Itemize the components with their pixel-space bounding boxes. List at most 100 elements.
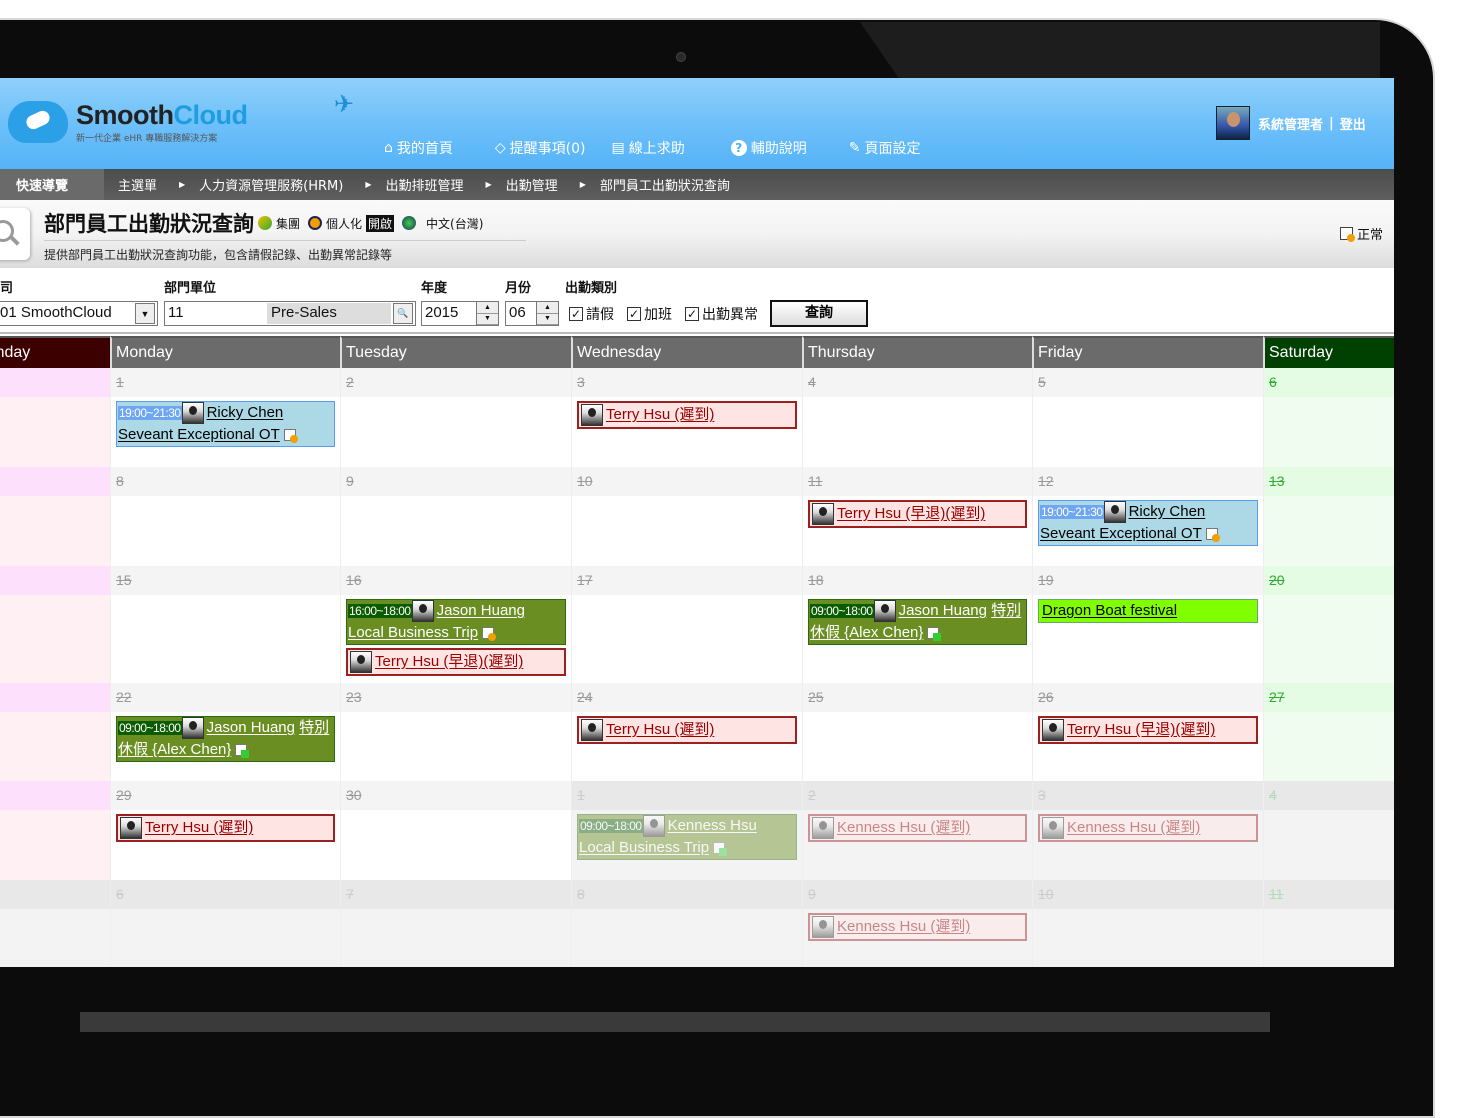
breadcrumb-item[interactable]: 人力資源管理服務(HRM) xyxy=(199,175,343,194)
avatar[interactable] xyxy=(1216,106,1250,140)
calendar-day[interactable]: 2 Kenness Hsu (遲到) xyxy=(802,781,1032,880)
calendar-day[interactable] xyxy=(0,781,110,880)
spin-up-icon[interactable]: ▲ xyxy=(537,302,558,314)
lookup-icon[interactable]: 🔍 xyxy=(393,303,413,324)
event-desc[interactable]: Seveant Exceptional OT xyxy=(118,426,280,443)
event-name[interactable]: Terry Hsu (遲到) xyxy=(145,819,253,836)
event-late[interactable]: Terry Hsu (遲到) xyxy=(116,814,335,843)
event-late[interactable]: Terry Hsu (早退)(遲到) xyxy=(808,500,1027,529)
event-name[interactable]: Terry Hsu (早退)(遲到) xyxy=(1067,721,1215,738)
calendar-day[interactable] xyxy=(0,683,110,781)
event-name[interactable]: Terry Hsu (遲到) xyxy=(606,721,714,738)
calendar-day[interactable]: 5 xyxy=(1032,368,1263,467)
checkbox-checked-icon[interactable]: ✓ xyxy=(569,307,583,321)
dept-field[interactable]: 11 Pre-Sales 🔍 xyxy=(164,301,416,326)
calendar-day[interactable] xyxy=(0,880,110,967)
nav-reminders[interactable]: ◇ 提醒事項(0) xyxy=(495,138,586,158)
calendar-day[interactable]: 20 xyxy=(1263,566,1394,683)
calendar-day[interactable]: 4 xyxy=(802,368,1032,467)
event-name[interactable]: Terry Hsu (早退)(遲到) xyxy=(375,653,523,670)
calendar-day[interactable]: 6 xyxy=(110,880,340,967)
calendar-day[interactable]: 1 09:00~18:00 Kenness Hsu Local Business T… xyxy=(571,781,802,880)
event-name[interactable]: Terry Hsu (早退)(遲到) xyxy=(837,505,985,522)
event-name[interactable]: Kenness Hsu (遲到) xyxy=(1067,819,1200,836)
event-ot[interactable]: 19:00~21:30 Ricky Chen Seveant Exceptiona… xyxy=(116,401,335,448)
calendar-day[interactable]: 8 xyxy=(571,880,802,967)
calendar-day[interactable]: 4 xyxy=(1263,781,1394,880)
event-late[interactable]: Kenness Hsu (遲到) xyxy=(808,913,1027,942)
calendar-day[interactable]: 30 xyxy=(340,781,571,880)
event-trip[interactable]: 09:00~18:00 Kenness Hsu Local Business Tr… xyxy=(577,814,797,861)
calendar-day[interactable]: 25 xyxy=(802,683,1032,781)
calendar-day[interactable] xyxy=(0,467,110,566)
event-name[interactable]: Terry Hsu (遲到) xyxy=(606,406,714,423)
month-stepper[interactable]: 06 ▲ ▼ xyxy=(505,301,559,326)
event-name[interactable]: Jason Huang xyxy=(207,719,295,736)
event-name[interactable]: Ricky Chen xyxy=(207,404,284,421)
event-late[interactable]: Terry Hsu (早退)(遲到) xyxy=(1038,716,1258,745)
calendar-day[interactable]: 10 xyxy=(1032,880,1263,967)
leave-checkbox[interactable]: ✓ 請假 xyxy=(569,304,614,324)
overtime-checkbox[interactable]: ✓ 加班 xyxy=(627,304,672,324)
event-holiday[interactable]: Dragon Boat festival xyxy=(1038,599,1258,623)
company-select[interactable]: 01 SmoothCloud ▼ xyxy=(0,301,158,326)
exception-checkbox[interactable]: ✓ 出勤異常 xyxy=(685,304,758,324)
spin-down-icon[interactable]: ▼ xyxy=(537,313,558,325)
event-late[interactable]: Terry Hsu (遲到) xyxy=(577,401,797,430)
checkbox-checked-icon[interactable]: ✓ xyxy=(685,307,699,321)
quick-nav-button[interactable]: 快速導覽 xyxy=(0,169,104,200)
calendar-day[interactable]: 10 xyxy=(571,467,802,566)
calendar-day[interactable]: 7 xyxy=(340,880,571,967)
calendar-day[interactable]: 17 xyxy=(571,566,802,683)
spin-down-icon[interactable]: ▼ xyxy=(477,313,498,325)
chevron-down-icon[interactable]: ▼ xyxy=(135,303,155,324)
nav-page-settings[interactable]: ✎ 頁面設定 xyxy=(849,138,921,158)
calendar-day[interactable]: 11 Terry Hsu (早退)(遲到) xyxy=(802,467,1032,566)
calendar-day[interactable]: 22 09:00~18:00 Jason Huang 特別休假 {Alex Chen… xyxy=(110,683,340,781)
personalize-toggle[interactable]: 開啟 xyxy=(366,214,395,232)
event-trip[interactable]: 16:00~18:00 Jason Huang Local Business Tr… xyxy=(346,599,566,646)
calendar-day[interactable]: 23 xyxy=(340,683,571,781)
calendar-day[interactable]: 24 Terry Hsu (遲到) xyxy=(571,683,802,781)
calendar-day[interactable]: 16 16:00~18:00 Jason Huang Local Business … xyxy=(340,566,571,683)
calendar-day[interactable] xyxy=(0,566,110,683)
event-desc[interactable]: Local Business Trip xyxy=(348,624,478,641)
calendar-day[interactable]: 9 Kenness Hsu (遲到) xyxy=(802,880,1032,967)
event-name[interactable]: Dragon Boat festival xyxy=(1042,602,1177,619)
calendar-day[interactable]: 18 09:00~18:00 Jason Huang 特別休假 {Alex Chen… xyxy=(802,566,1032,683)
event-desc[interactable]: Local Business Trip xyxy=(579,839,709,856)
breadcrumb-item[interactable]: 出勤排班管理 xyxy=(386,175,464,194)
event-late[interactable]: Kenness Hsu (遲到) xyxy=(808,814,1027,843)
calendar-day[interactable]: 12 19:00~21:30 Ricky Chen Seveant Exceptio… xyxy=(1032,467,1263,566)
event-late[interactable]: Terry Hsu (遲到) xyxy=(577,716,797,745)
calendar-day[interactable]: 13 xyxy=(1263,467,1394,566)
nav-home[interactable]: ⌂ 我的首頁 xyxy=(384,138,453,158)
calendar-day[interactable]: 6 xyxy=(1263,368,1394,467)
breadcrumb-item[interactable]: 主選單 xyxy=(118,175,157,194)
nav-help[interactable]: ? 輔助說明 xyxy=(730,138,807,158)
calendar-day[interactable]: 11 xyxy=(1263,880,1394,967)
event-late[interactable]: Terry Hsu (早退)(遲到) xyxy=(346,648,566,677)
event-leave[interactable]: 09:00~18:00 Jason Huang 特別休假 {Alex Chen} xyxy=(808,599,1027,646)
calendar-day[interactable]: 1 19:00~21:30 Ricky Chen Seveant Exception… xyxy=(110,368,340,467)
calendar-day[interactable]: 3 Kenness Hsu (遲到) xyxy=(1032,781,1263,880)
group-link[interactable]: 集團 xyxy=(276,215,300,232)
logout-link[interactable]: 登出 xyxy=(1340,114,1366,133)
checkbox-checked-icon[interactable]: ✓ xyxy=(627,307,641,321)
year-stepper[interactable]: 2015 ▲ ▼ xyxy=(421,301,499,326)
user-name[interactable]: 系統管理者 xyxy=(1258,114,1323,133)
event-name[interactable]: Kenness Hsu xyxy=(668,817,757,834)
logo[interactable]: SmoothCloud 新一代企業 eHR 專職服務解決方案 xyxy=(8,100,248,144)
calendar-day[interactable] xyxy=(0,368,110,467)
spin-up-icon[interactable]: ▲ xyxy=(477,302,498,314)
language-select[interactable]: 中文(台灣) xyxy=(426,215,483,232)
event-desc[interactable]: Seveant Exceptional OT xyxy=(1040,525,1202,542)
event-leave[interactable]: 09:00~18:00 Jason Huang 特別休假 {Alex Chen} xyxy=(116,716,335,763)
event-name[interactable]: Kenness Hsu (遲到) xyxy=(837,819,970,836)
event-name[interactable]: Ricky Chen xyxy=(1129,503,1206,520)
calendar-day[interactable]: 15 xyxy=(110,566,340,683)
event-name[interactable]: Jason Huang xyxy=(899,602,987,619)
event-name[interactable]: Kenness Hsu (遲到) xyxy=(837,918,970,935)
calendar-day[interactable]: 8 xyxy=(110,467,340,566)
calendar-day[interactable]: 29 Terry Hsu (遲到) xyxy=(110,781,340,880)
